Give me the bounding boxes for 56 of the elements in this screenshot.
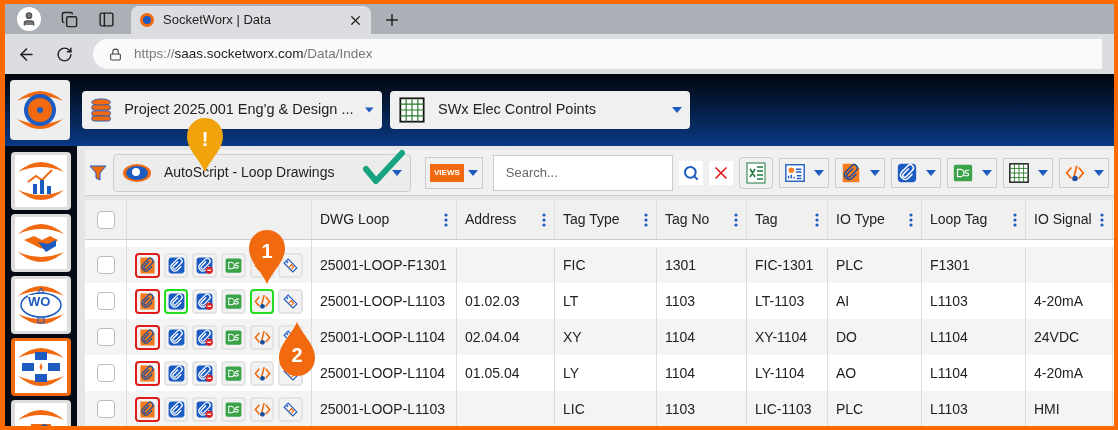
callout-tooltip: 2 — [277, 322, 317, 378]
table-cell-text: 01.02.03 — [465, 291, 520, 311]
table-cell-text: F1301 — [930, 255, 970, 275]
table-cell-text: AO — [836, 363, 857, 383]
table-cell-text: LY-1104 — [755, 363, 805, 383]
table-cell-text: PLC — [836, 399, 864, 419]
search-field[interactable]: Search... — [492, 154, 673, 191]
table-cell-text: FIC — [563, 255, 586, 275]
table-cell-text: L1104 — [930, 363, 968, 383]
table-cell-text: 02.04.04 — [465, 327, 520, 347]
table-cell-text: 25001-LOOP-F1301 — [320, 255, 447, 275]
table-cell-text: L1103 — [930, 399, 968, 419]
column-header[interactable]: Loop Tag — [930, 209, 988, 230]
table-cell-text: AI — [836, 291, 850, 311]
table-cell-text: 01.05.04 — [465, 363, 520, 383]
table-cell-text: LT-1103 — [755, 291, 805, 311]
column-header[interactable]: Tag — [755, 209, 778, 230]
address-field[interactable]: https://saas.socketworx.com/Data/Index — [93, 39, 1102, 69]
column-header[interactable]: DWG Loop — [320, 209, 390, 230]
table-cell-text: L1104 — [930, 327, 968, 347]
url-text: https://saas.socketworx.com/Data/Index — [134, 44, 373, 63]
table-dropdown[interactable]: SWx Elec Control Points — [390, 91, 690, 129]
column-header[interactable]: Tag No — [665, 209, 710, 230]
table-cell-text: DO — [836, 327, 857, 347]
table-cell-text: PLC — [836, 255, 864, 275]
table-cell-text: L1103 — [930, 291, 968, 311]
table-cell-text: 25001-LOOP-L1103 — [320, 291, 446, 311]
table-cell-text: XY-1104 — [755, 327, 808, 347]
table-cell-text: 1301 — [665, 255, 697, 275]
table-cell-text: LY — [563, 363, 580, 383]
table-cell-text: LIC — [563, 399, 585, 419]
column-header[interactable]: Tag Type — [563, 209, 620, 230]
table-cell-text: LT — [563, 291, 579, 311]
table-cell-text: HMI — [1034, 399, 1060, 419]
sidebar-item-label: WO — [28, 295, 51, 308]
table-cell-text: 4-20mA — [1034, 363, 1084, 383]
table-cell-text: 1104 — [665, 327, 696, 347]
table-cell-text: XY — [563, 327, 582, 347]
table-cell-text: 1103 — [665, 399, 696, 419]
table-cell-text: 24VDC — [1034, 327, 1080, 347]
table-cell-text: 25001-LOOP-L1103 — [320, 399, 446, 419]
sidebar-item[interactable]: WO — [11, 276, 71, 334]
callout-tooltip: 1 — [247, 228, 287, 284]
table-cell-text: FIC-1301 — [755, 255, 814, 275]
tab-title: SocketWorx | Data — [163, 11, 272, 30]
table-cell-text: 4-20mA — [1034, 291, 1084, 311]
table-cell-text: 25001-LOOP-L1104 — [320, 363, 446, 383]
table-cell-text: 1104 — [665, 363, 696, 383]
table-cell-text: LIC-1103 — [755, 399, 812, 419]
table-cell-text: 1103 — [665, 291, 696, 311]
column-header[interactable]: IO Type — [836, 209, 885, 230]
browser-tab[interactable]: SocketWorx | Data — [131, 6, 371, 34]
table-cell-text: 25001-LOOP-L1104 — [320, 327, 446, 347]
column-header[interactable]: Address — [465, 209, 517, 230]
project-dropdown[interactable]: Project 2025.001 Eng'g & Design ... — [82, 91, 382, 129]
column-header[interactable]: IO Signal — [1034, 209, 1092, 230]
